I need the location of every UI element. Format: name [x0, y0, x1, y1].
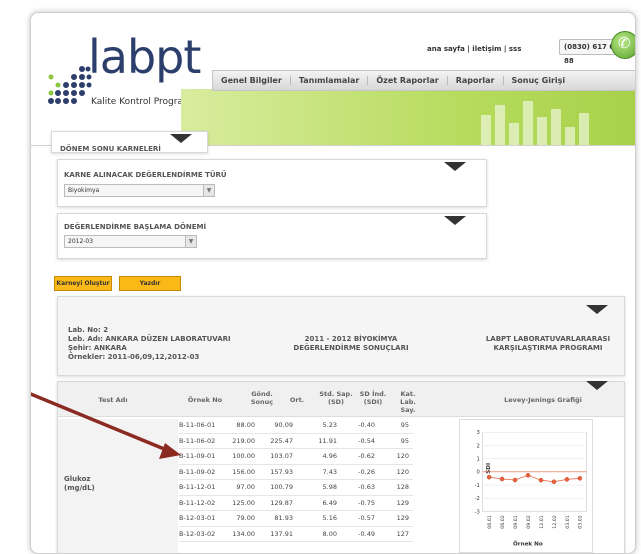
- page-frame: labpt Kalite Kontrol Programı ana sayfa …: [30, 12, 636, 554]
- annotation-arrow: [31, 392, 181, 459]
